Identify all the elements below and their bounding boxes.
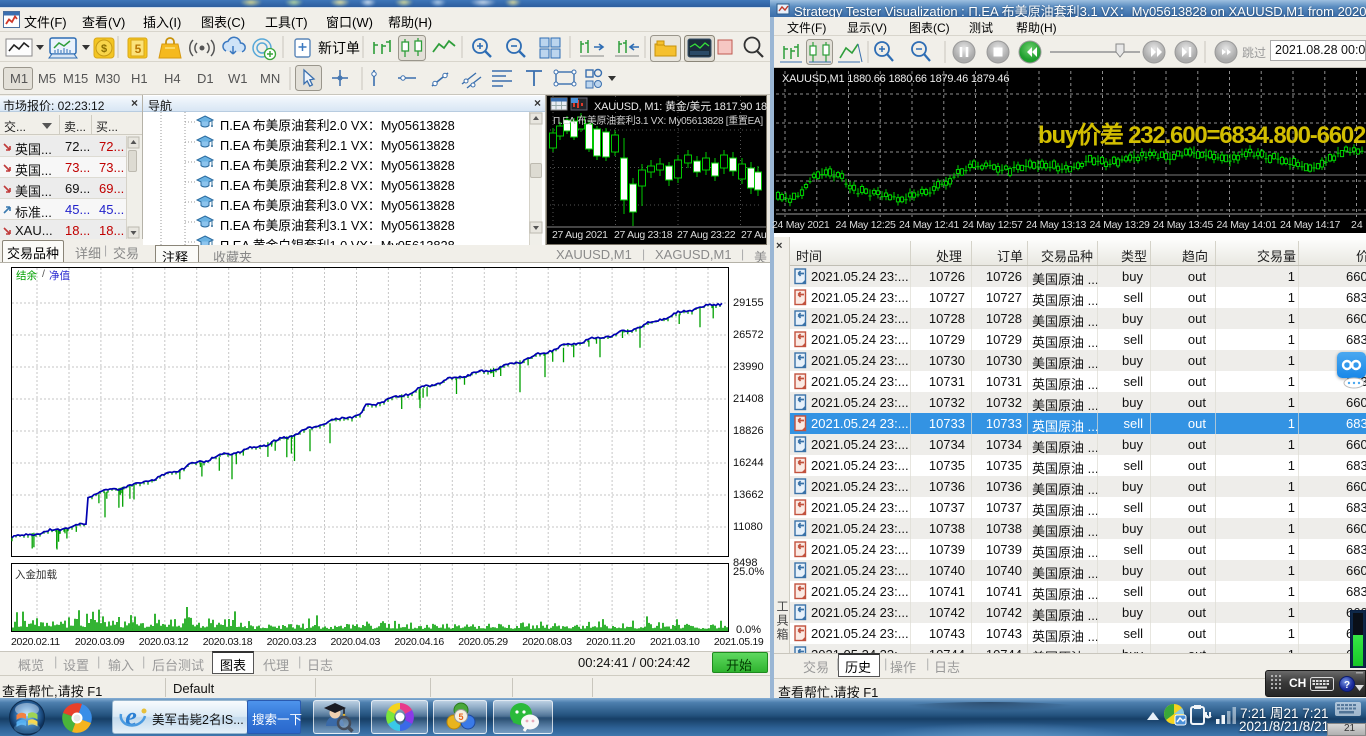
svg-text:5: 5: [458, 712, 463, 722]
svg-text:?: ?: [1344, 680, 1350, 691]
